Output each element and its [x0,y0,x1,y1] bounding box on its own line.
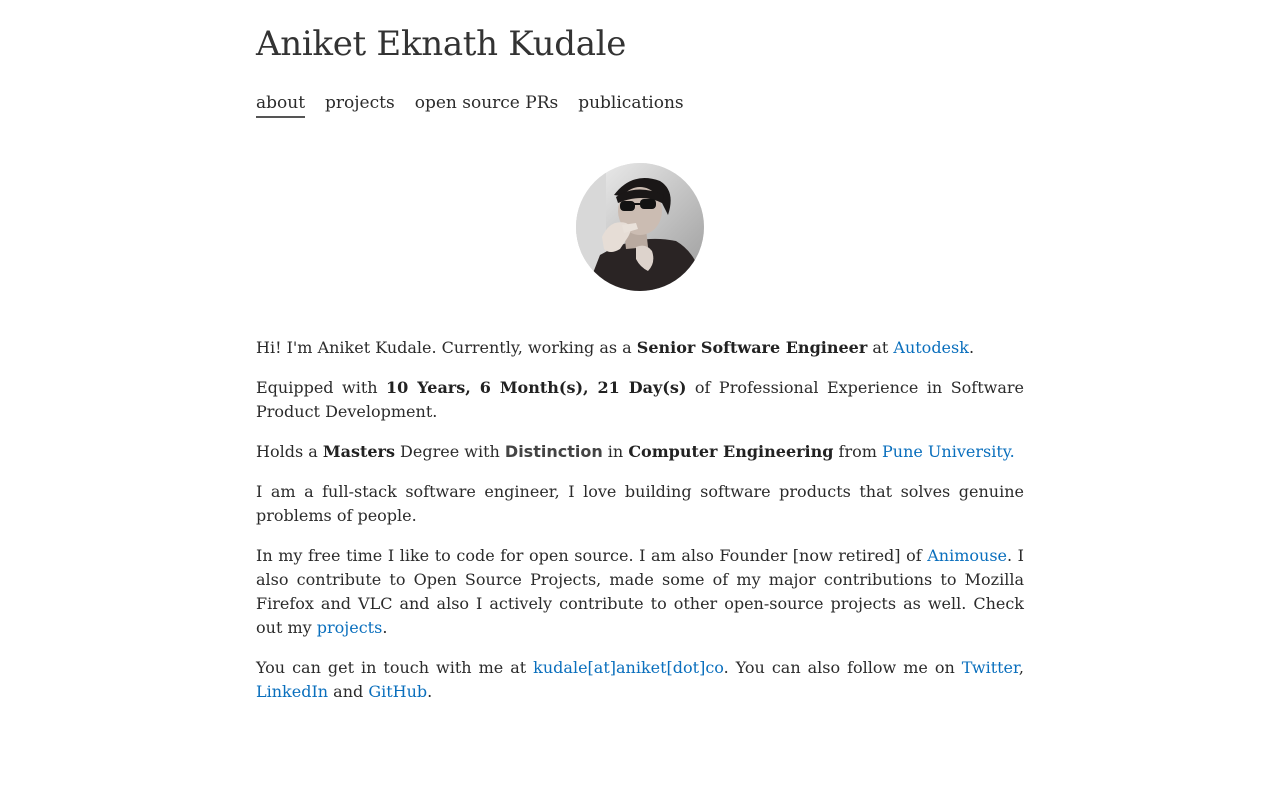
nav-item-about[interactable]: about [256,90,306,118]
contact-text-pre: You can get in touch with me at [256,658,534,677]
github-link[interactable]: GitHub [368,682,427,701]
intro-paragraph: Hi! I'm Aniket Kudale. Currently, workin… [256,336,1024,360]
education-text-mid2: in [602,442,629,461]
main-nav: about projects open source PRs publicati… [256,90,684,118]
contact-period: . [427,682,433,701]
avatar-illustration [576,163,704,291]
field-of-study: Computer Engineering [628,442,834,461]
distinction-label: Distinction [504,442,603,461]
about-content: Hi! I'm Aniket Kudale. Currently, workin… [256,336,1024,720]
open-source-paragraph: In my free time I like to code for open … [256,544,1024,640]
linkedin-link[interactable]: LinkedIn [256,682,328,701]
nav-item-publications[interactable]: publications [578,90,683,118]
education-text-pre: Holds a [256,442,323,461]
autodesk-link[interactable]: Autodesk [893,338,969,357]
contact-text-mid: . You can also follow me on [723,658,962,677]
email-link[interactable]: kudale[at]aniket[dot]co [533,658,723,677]
site-title[interactable]: Aniket Eknath Kudale [256,22,626,66]
fullstack-paragraph: I am a full-stack software engineer, I l… [256,482,1024,525]
open-source-text-pre: In my free time I like to code for open … [256,546,928,565]
projects-link[interactable]: projects [317,618,383,637]
experience-paragraph: Equipped with 10 Years, 6 Month(s), 21 D… [256,376,1024,424]
education-paragraph: Holds a Masters Degree with Distinction … [256,440,1024,464]
degree-name: Masters [322,442,395,461]
intro-text-at: at [867,338,894,357]
contact-comma: , [1018,658,1025,677]
intro-period: . [968,338,975,357]
pune-university-link[interactable]: Pune University. [882,442,1015,461]
open-source-period: . [382,618,388,637]
contact-and: and [328,682,369,701]
profile-photo-icon [576,163,704,291]
experience-duration: 10 Years, 6 Month(s), 21 Day(s) [386,378,687,397]
contact-paragraph: You can get in touch with me at kudale[a… [256,656,1024,704]
intro-text: Hi! I'm Aniket Kudale. Currently, workin… [256,338,637,357]
nav-item-projects[interactable]: projects [325,90,395,118]
education-text-mid1: Degree with [394,442,505,461]
twitter-link[interactable]: Twitter [962,658,1019,677]
job-title: Senior Software Engineer [636,338,868,357]
education-text-mid3: from [833,442,882,461]
animouse-link[interactable]: Animouse [927,546,1007,565]
experience-text-pre: Equipped with [256,378,387,397]
nav-item-open-source-prs[interactable]: open source PRs [415,90,559,118]
